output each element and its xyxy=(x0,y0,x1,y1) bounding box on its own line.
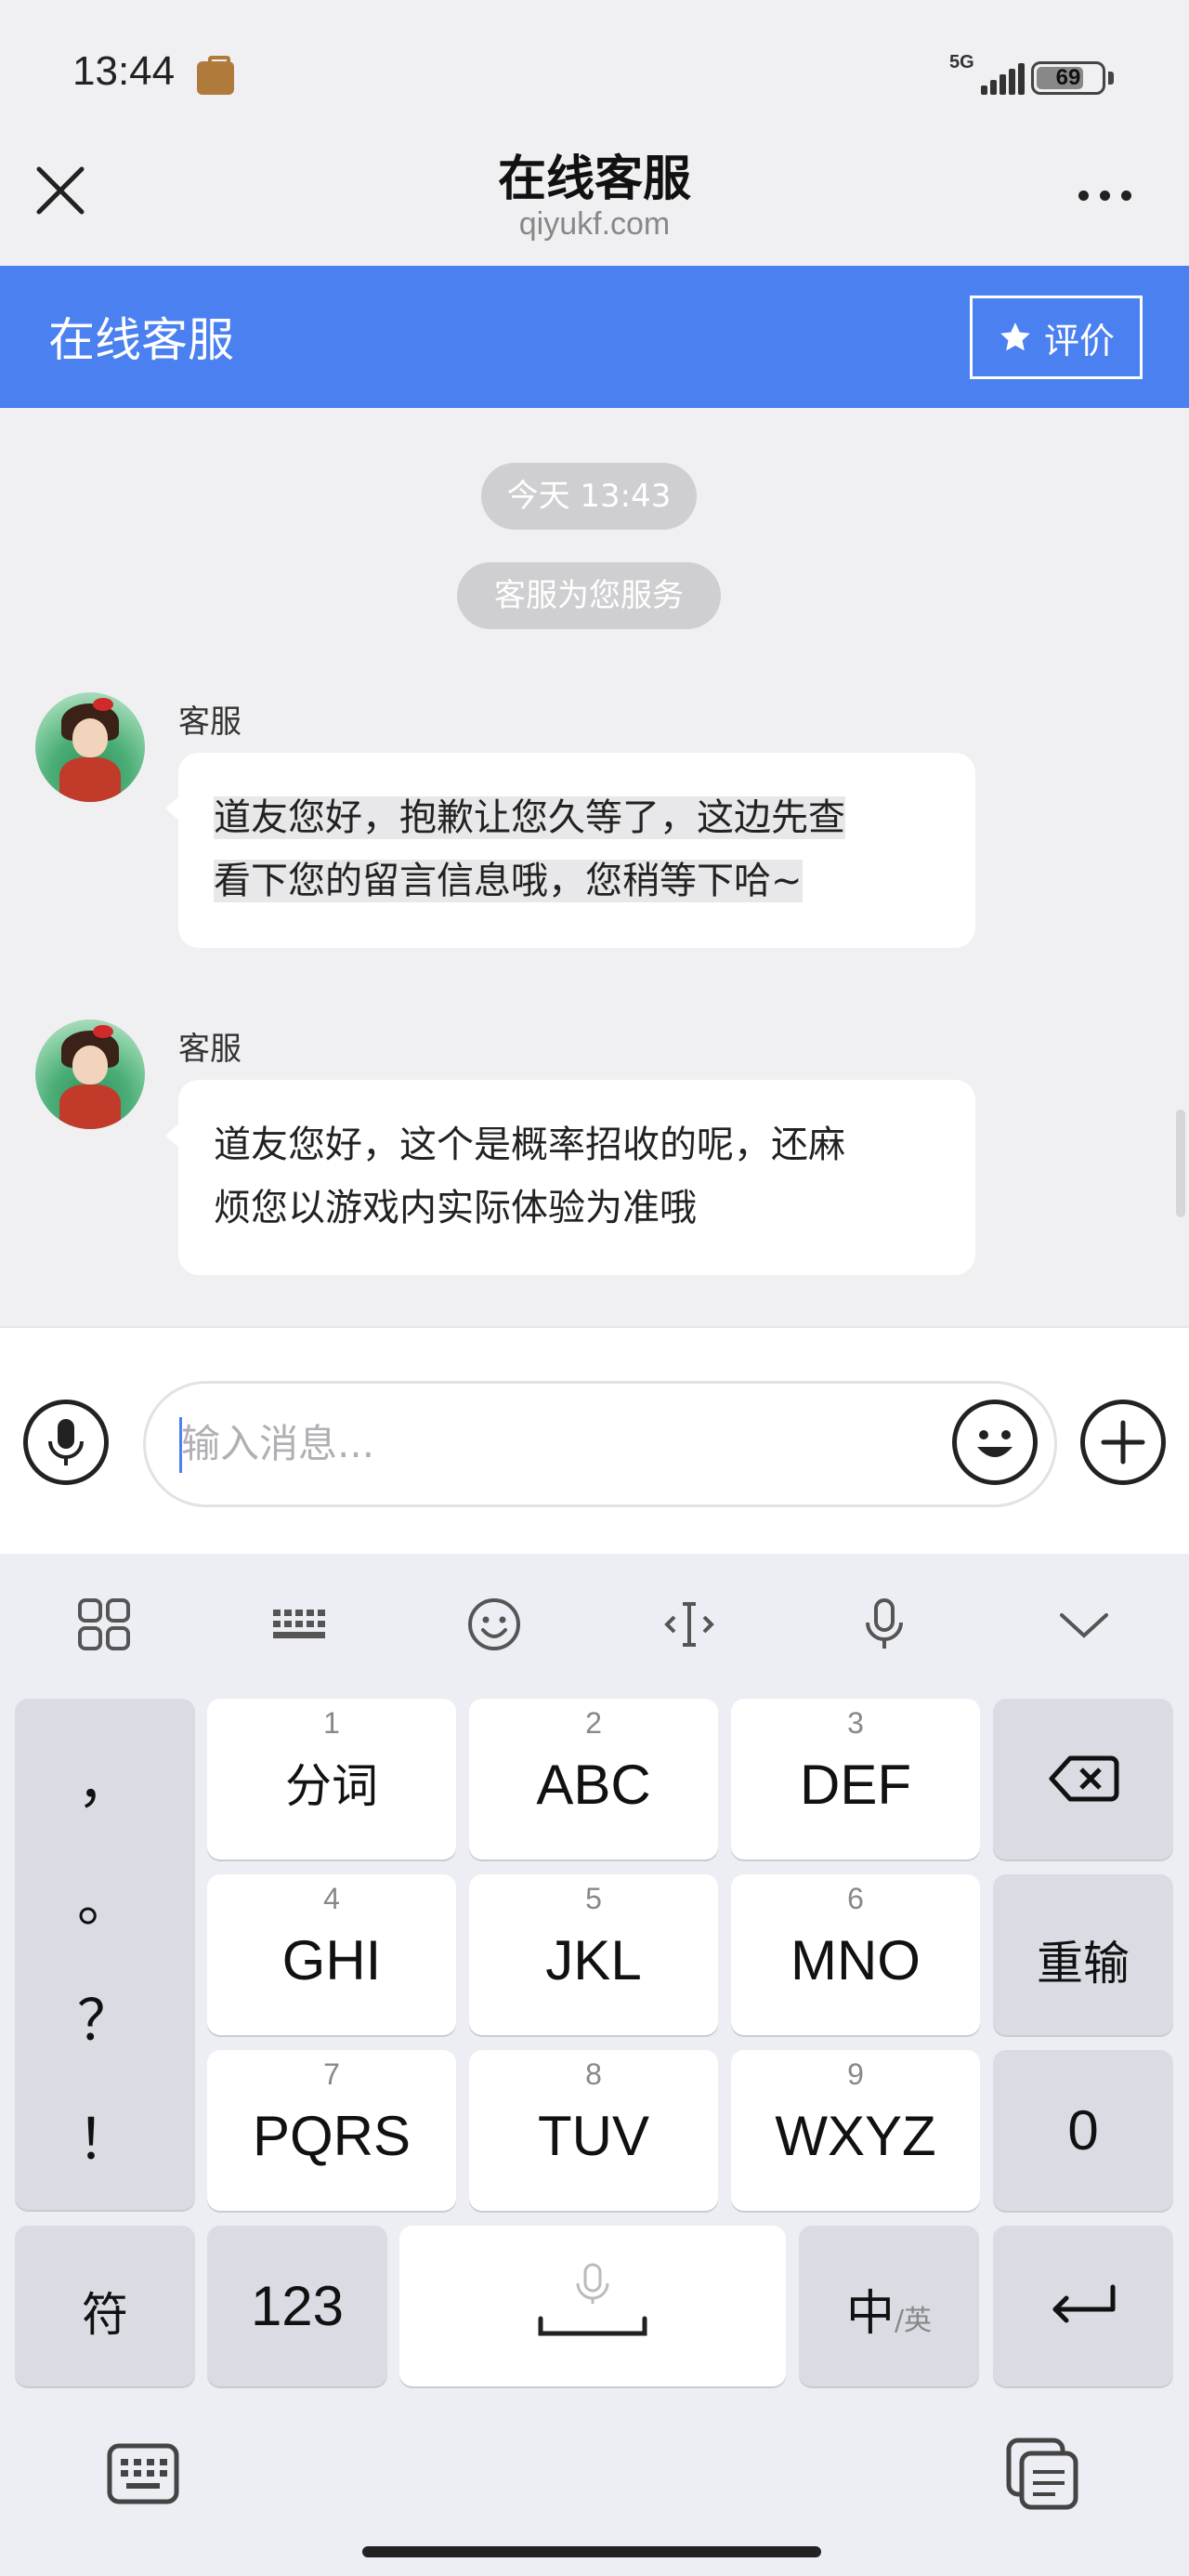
enter-arrow-icon xyxy=(1052,2284,1116,2323)
symbols-key[interactable]: 符 xyxy=(15,2226,195,2386)
rate-label: 评价 xyxy=(1043,320,1115,361)
backspace-icon xyxy=(1049,1755,1119,1802)
numbers-key[interactable]: 123 xyxy=(207,2226,387,2386)
keyboard-layout-icon[interactable] xyxy=(269,1595,329,1654)
key-9-wxyz[interactable]: 9 WXYZ xyxy=(731,2050,980,2211)
language-switch-key[interactable]: 中/英 xyxy=(799,2226,979,2386)
apps-grid-icon[interactable] xyxy=(74,1595,134,1654)
collapse-keyboard-icon[interactable] xyxy=(1054,1595,1114,1654)
punct-period[interactable]: 。 xyxy=(15,1857,195,1938)
key-3-def[interactable]: 3 DEF xyxy=(731,1699,980,1860)
chat-header-title: 在线客服 xyxy=(48,313,234,367)
message-line: 烦您以游戏内实际体验为准哦 xyxy=(214,1187,697,1229)
more-options-button[interactable] xyxy=(1073,178,1138,212)
service-notice-pill: 客服为您服务 xyxy=(457,562,721,629)
message-input-placeholder: 输入消息... xyxy=(181,1421,375,1466)
space-voice-icon xyxy=(538,2263,647,2336)
zero-key[interactable]: 0 xyxy=(993,2050,1173,2211)
microphone-icon[interactable] xyxy=(855,1595,914,1654)
clipboard-icon[interactable] xyxy=(1003,2435,1083,2515)
retype-key[interactable]: 重输 xyxy=(993,1874,1173,2035)
keyboard: ， 。 ？ ！ 1 分词 2 ABC 3 DEF 4 GHI 5 JKL 6 MNO 重输 … xyxy=(0,1554,1189,2576)
message-line: 道友您好，抱歉让您久等了，这边先查 xyxy=(214,796,845,839)
text-cursor-control-icon[interactable] xyxy=(660,1595,719,1654)
punct-exclamation[interactable]: ！ xyxy=(15,2095,195,2175)
agent-avatar[interactable] xyxy=(35,1019,145,1129)
emoji-icon[interactable] xyxy=(464,1595,524,1654)
message-bubble[interactable]: 道友您好，抱歉让您久等了，这边先查 看下您的留言信息哦，您稍等下哈~ xyxy=(165,753,975,948)
plus-icon xyxy=(1101,1420,1145,1465)
network-type: 5G xyxy=(949,52,974,72)
keyboard-switch-icon[interactable] xyxy=(104,2435,182,2513)
voice-input-button[interactable] xyxy=(23,1400,109,1485)
enter-key[interactable] xyxy=(993,2226,1173,2386)
message-line: 道友您好，这个是概率招收的呢，还麻 xyxy=(214,1124,845,1166)
key-2-abc[interactable]: 2 ABC xyxy=(469,1699,718,1860)
battery-level: 69 xyxy=(1055,65,1081,90)
rate-button[interactable]: 评价 xyxy=(970,296,1143,379)
emoji-face-icon xyxy=(977,1430,1013,1457)
page-title: 在线客服 xyxy=(497,151,691,207)
message-bubble[interactable]: 道友您好，这个是概率招收的呢，还麻 烦您以游戏内实际体验为准哦 xyxy=(165,1080,975,1275)
battery-icon: 69 xyxy=(1031,61,1105,95)
add-attachment-button[interactable] xyxy=(1080,1400,1166,1485)
timestamp-pill: 今天 13:43 xyxy=(481,463,697,530)
emoji-button[interactable] xyxy=(952,1400,1038,1485)
chat-area: 今天 13:43 客服为您服务 客服 道友您好，抱歉让您久等了，这边先查 看下您… xyxy=(0,408,1189,1326)
star-icon xyxy=(1000,322,1030,351)
briefcase-icon xyxy=(197,56,234,95)
message-input[interactable]: 输入消息... xyxy=(143,1381,1057,1507)
key-6-mno[interactable]: 6 MNO xyxy=(731,1874,980,2035)
text-cursor xyxy=(179,1417,182,1473)
key-7-pqrs[interactable]: 7 PQRS xyxy=(207,2050,456,2211)
status-bar: 13:44 5G 69 xyxy=(0,0,1189,139)
space-key[interactable] xyxy=(399,2226,786,2386)
punct-comma[interactable]: ， xyxy=(15,1738,195,1819)
status-time: 13:44 xyxy=(72,48,176,94)
chat-header: 在线客服 评价 xyxy=(0,266,1189,408)
punct-question[interactable]: ？ xyxy=(15,1976,195,2057)
key-1-segment[interactable]: 1 分词 xyxy=(207,1699,456,1860)
message-line: 看下您的留言信息哦，您稍等下哈~ xyxy=(214,860,803,902)
microphone-icon xyxy=(48,1419,84,1465)
scrollbar[interactable] xyxy=(1176,1110,1185,1217)
sender-name: 客服 xyxy=(178,703,242,741)
home-indicator[interactable] xyxy=(362,2546,821,2557)
key-4-ghi[interactable]: 4 GHI xyxy=(207,1874,456,2035)
key-5-jkl[interactable]: 5 JKL xyxy=(469,1874,718,2035)
sender-name: 客服 xyxy=(178,1031,242,1068)
input-bar: 输入消息... xyxy=(0,1326,1189,1554)
key-8-tuv[interactable]: 8 TUV xyxy=(469,2050,718,2211)
punctuation-column[interactable]: ， 。 ？ ！ xyxy=(15,1699,195,2210)
agent-avatar[interactable] xyxy=(35,692,145,802)
backspace-key[interactable] xyxy=(993,1699,1173,1860)
page-domain: qiyukf.com xyxy=(518,206,671,242)
